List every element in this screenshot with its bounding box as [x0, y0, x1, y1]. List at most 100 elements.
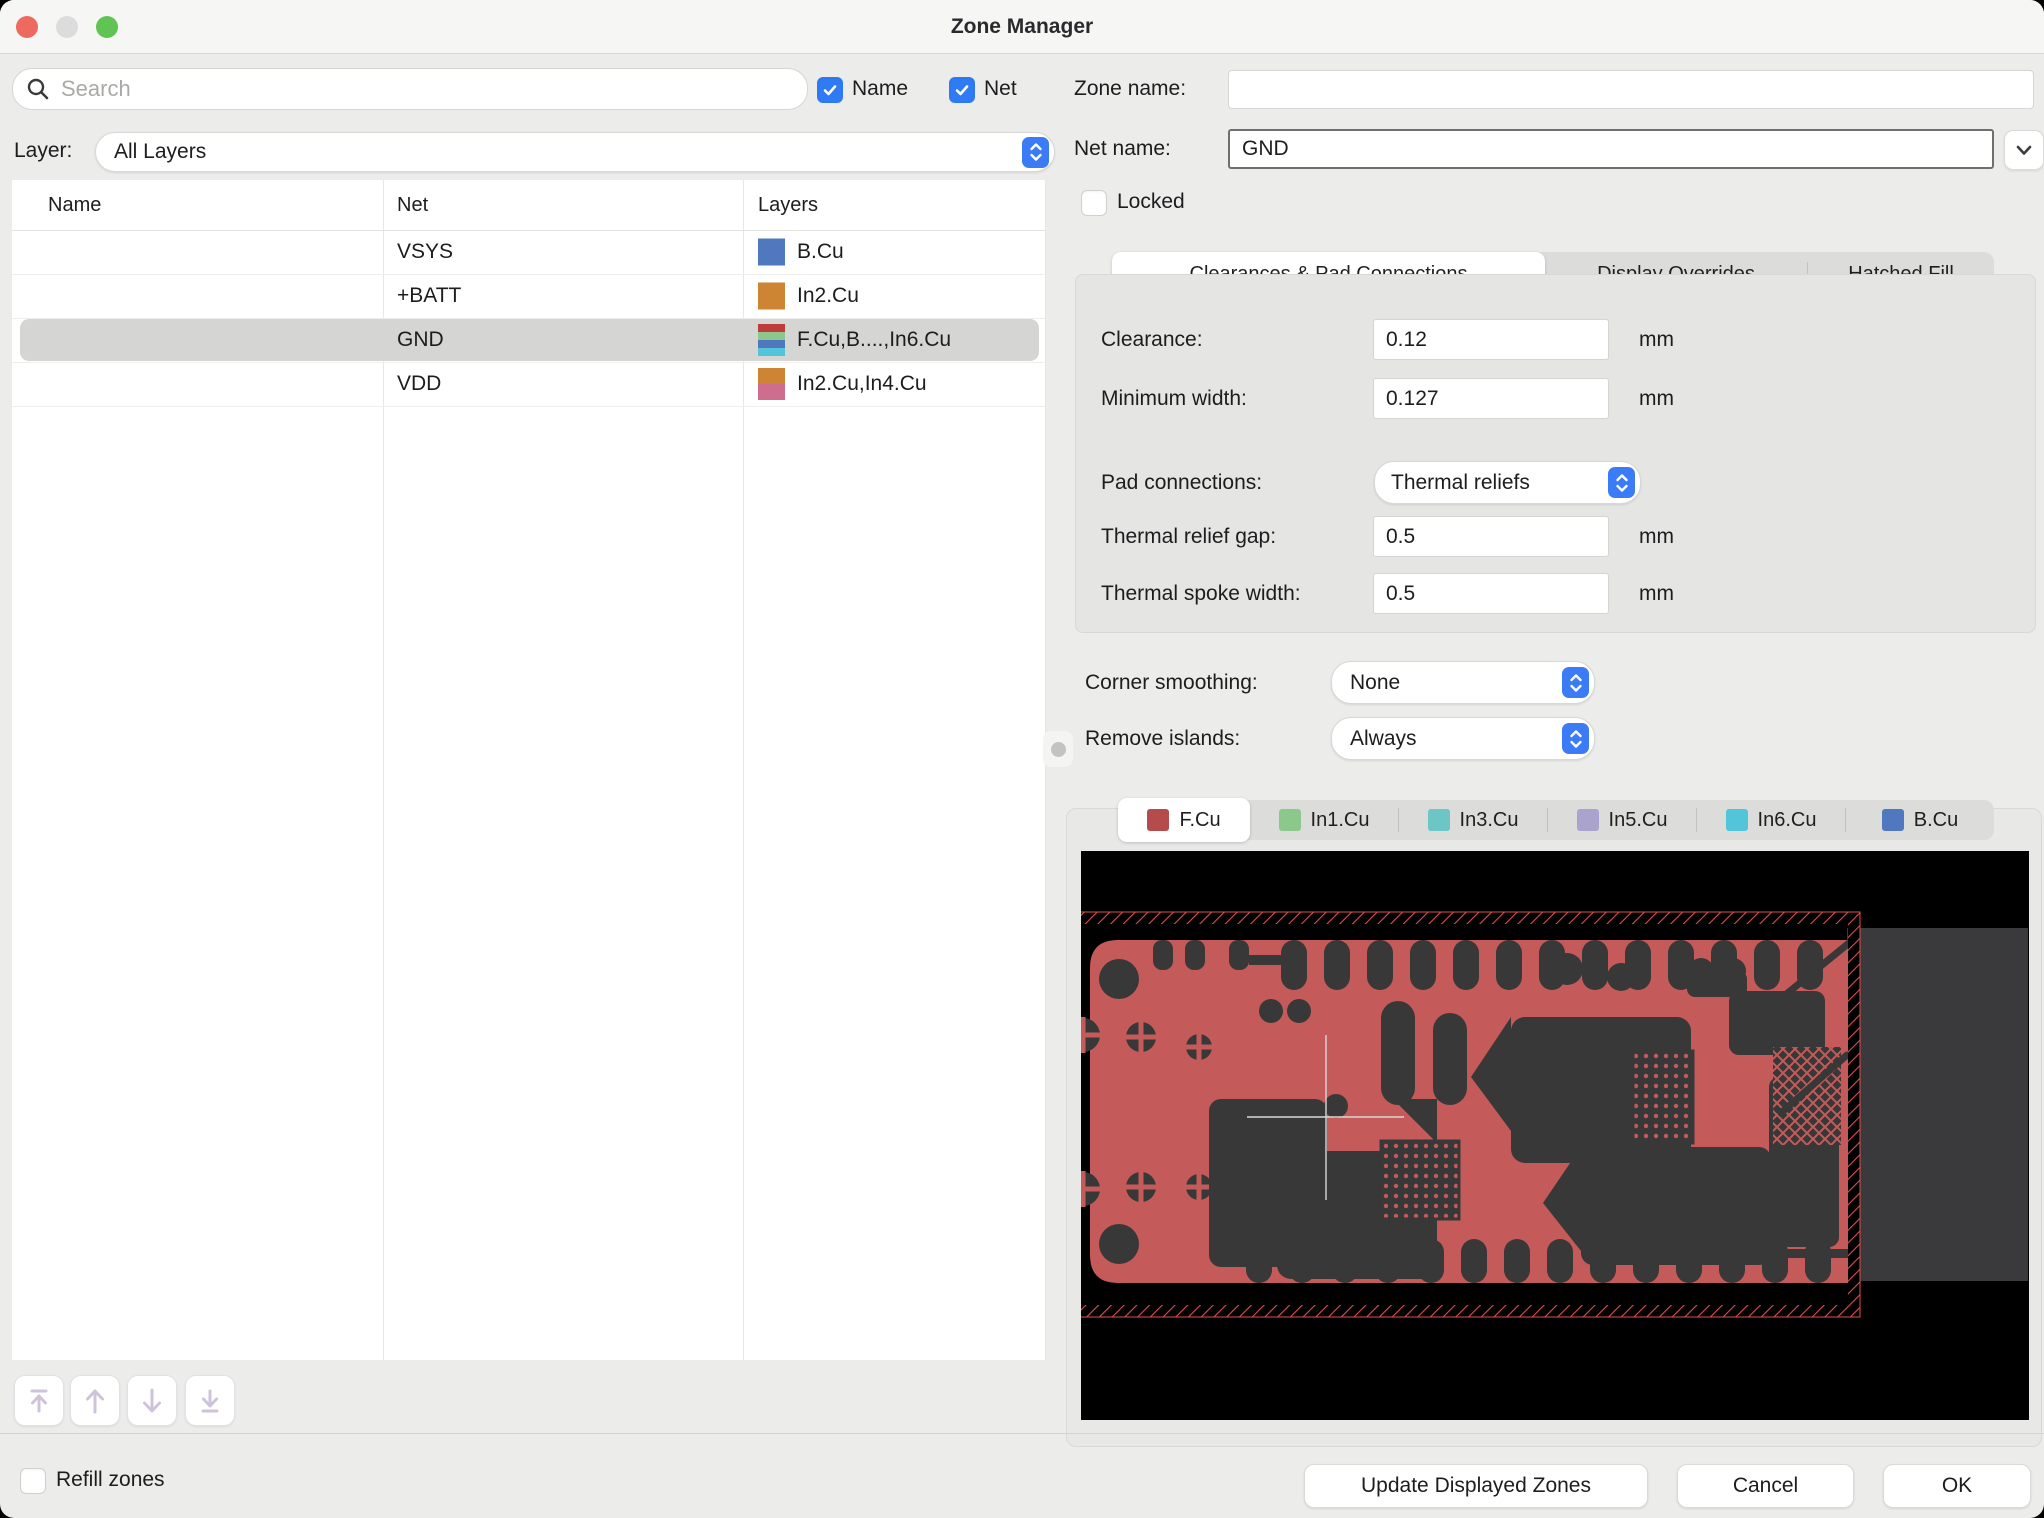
layer-tab-label: In6.Cu [1758, 809, 1817, 832]
thermal-spoke-width-unit: mm [1639, 582, 1674, 606]
pcb-zone-preview-canvas [1081, 851, 2029, 1420]
footer-divider [0, 1433, 2044, 1434]
clearance-unit: mm [1639, 328, 1674, 352]
check-icon [822, 82, 838, 98]
move-down-button[interactable] [127, 1375, 177, 1426]
layer-tab-in5cu[interactable]: In5.Cu [1548, 800, 1696, 840]
cancel-button[interactable]: Cancel [1677, 1464, 1854, 1508]
layer-filter-dropdown[interactable]: All Layers [95, 132, 1055, 172]
table-header: Name Net Layers [12, 180, 1045, 231]
thermal-spoke-width-value: 0.5 [1386, 582, 1415, 606]
minimum-width-input[interactable]: 0.127 [1373, 378, 1609, 419]
table-row-gnd-selected[interactable]: GND F.Cu,B....,In6.Cu [12, 318, 1045, 363]
table-row-vdd[interactable]: VDD In2.Cu,In4.Cu [12, 362, 1045, 407]
search-input[interactable]: Search [12, 68, 808, 110]
update-displayed-zones-button[interactable]: Update Displayed Zones [1304, 1464, 1648, 1508]
pad-connections-value: Thermal reliefs [1391, 471, 1530, 495]
layer-tab-fcu[interactable]: F.Cu [1118, 798, 1250, 842]
layer-tab-in3cu[interactable]: In3.Cu [1399, 800, 1547, 840]
move-to-top-button[interactable] [14, 1375, 64, 1426]
cell-layers: F.Cu,B....,In6.Cu [797, 318, 951, 362]
cell-net: +BATT [397, 274, 461, 318]
filter-name-checkbox[interactable] [817, 77, 843, 103]
locked-checkbox[interactable] [1081, 190, 1107, 216]
move-to-bottom-button[interactable] [185, 1375, 235, 1426]
thermal-relief-gap-label: Thermal relief gap: [1101, 525, 1276, 549]
clearance-input[interactable]: 0.12 [1373, 319, 1609, 360]
clearance-value: 0.12 [1386, 328, 1427, 352]
net-name-dropdown-button[interactable] [2004, 130, 2044, 170]
layer-color-swatch [1428, 809, 1450, 831]
refill-zones-label: Refill zones [56, 1468, 165, 1492]
remove-islands-dropdown[interactable]: Always [1331, 717, 1595, 760]
dropdown-stepper-icon [1562, 723, 1589, 754]
net-name-value: GND [1242, 137, 1289, 161]
corner-smoothing-value: None [1350, 671, 1400, 695]
move-up-icon [82, 1387, 108, 1415]
table-row-vsys[interactable]: VSYS B.Cu [12, 230, 1045, 275]
ok-button[interactable]: OK [1883, 1464, 2031, 1508]
dropdown-stepper-icon [1608, 467, 1635, 498]
clearance-label: Clearance: [1101, 328, 1203, 352]
move-to-top-icon [26, 1387, 52, 1415]
chevron-down-icon [2015, 144, 2033, 156]
search-icon [25, 76, 51, 102]
corner-smoothing-label: Corner smoothing: [1085, 671, 1258, 695]
dropdown-stepper-icon [1562, 667, 1589, 698]
move-down-icon [139, 1387, 165, 1415]
layer-color-swatch [758, 324, 785, 356]
layer-tab-label: F.Cu [1179, 809, 1220, 832]
cell-net: GND [397, 318, 444, 362]
filter-net-label: Net [984, 77, 1017, 101]
preview-layer-tab-bar: F.Cu In1.Cu In3.Cu In5.Cu In6.Cu B.Cu [1118, 800, 1994, 840]
layer-color-swatch [1726, 809, 1748, 831]
layer-color-swatch [758, 368, 785, 400]
layer-tab-label: In1.Cu [1311, 809, 1370, 832]
thermal-spoke-width-label: Thermal spoke width: [1101, 582, 1301, 606]
thermal-spoke-width-input[interactable]: 0.5 [1373, 573, 1609, 614]
cell-layers: In2.Cu,In4.Cu [797, 362, 927, 406]
net-name-input[interactable]: GND [1228, 129, 1994, 169]
move-up-button[interactable] [70, 1375, 120, 1426]
minimum-width-label: Minimum width: [1101, 387, 1247, 411]
net-name-label: Net name: [1074, 130, 1171, 168]
remove-islands-value: Always [1350, 727, 1417, 751]
search-placeholder: Search [61, 76, 131, 102]
filter-net-checkbox[interactable] [949, 77, 975, 103]
column-header-name[interactable]: Name [48, 180, 101, 230]
pad-connections-dropdown[interactable]: Thermal reliefs [1374, 461, 1641, 504]
column-header-layers[interactable]: Layers [758, 180, 818, 230]
minimum-width-unit: mm [1639, 387, 1674, 411]
layer-color-swatch [1882, 809, 1904, 831]
layer-filter-label: Layer: [14, 132, 72, 170]
layer-tab-in1cu[interactable]: In1.Cu [1250, 800, 1398, 840]
locked-label: Locked [1117, 190, 1185, 214]
pane-splitter-handle[interactable] [1043, 731, 1073, 767]
pad-connections-label: Pad connections: [1101, 471, 1262, 495]
layer-tab-label: B.Cu [1914, 809, 1958, 832]
move-to-bottom-icon [197, 1387, 223, 1415]
layer-tab-label: In5.Cu [1609, 809, 1668, 832]
cell-net: VDD [397, 362, 441, 406]
layer-filter-value: All Layers [114, 140, 206, 164]
thermal-relief-gap-input[interactable]: 0.5 [1373, 516, 1609, 557]
pcb-preview-graphic [1081, 851, 2029, 1420]
minimum-width-value: 0.127 [1386, 387, 1439, 411]
layer-color-swatch [758, 239, 785, 266]
check-icon [954, 82, 970, 98]
layer-tab-in6cu[interactable]: In6.Cu [1697, 800, 1845, 840]
corner-smoothing-dropdown[interactable]: None [1331, 661, 1595, 704]
filter-name-label: Name [852, 77, 908, 101]
thermal-relief-gap-unit: mm [1639, 525, 1674, 549]
layer-color-swatch [1147, 809, 1169, 831]
column-header-net[interactable]: Net [397, 180, 428, 230]
layer-tab-bcu[interactable]: B.Cu [1846, 800, 1994, 840]
refill-zones-checkbox[interactable] [20, 1468, 46, 1494]
layer-color-swatch [1279, 809, 1301, 831]
table-row-batt[interactable]: +BATT In2.Cu [12, 274, 1045, 319]
zone-name-label: Zone name: [1074, 70, 1186, 108]
remove-islands-label: Remove islands: [1085, 727, 1240, 751]
cell-layers: B.Cu [797, 230, 844, 274]
zone-name-input[interactable] [1228, 70, 2034, 109]
zones-table: Name Net Layers VSYS B.Cu +BATT In2.Cu G… [12, 180, 1046, 1360]
